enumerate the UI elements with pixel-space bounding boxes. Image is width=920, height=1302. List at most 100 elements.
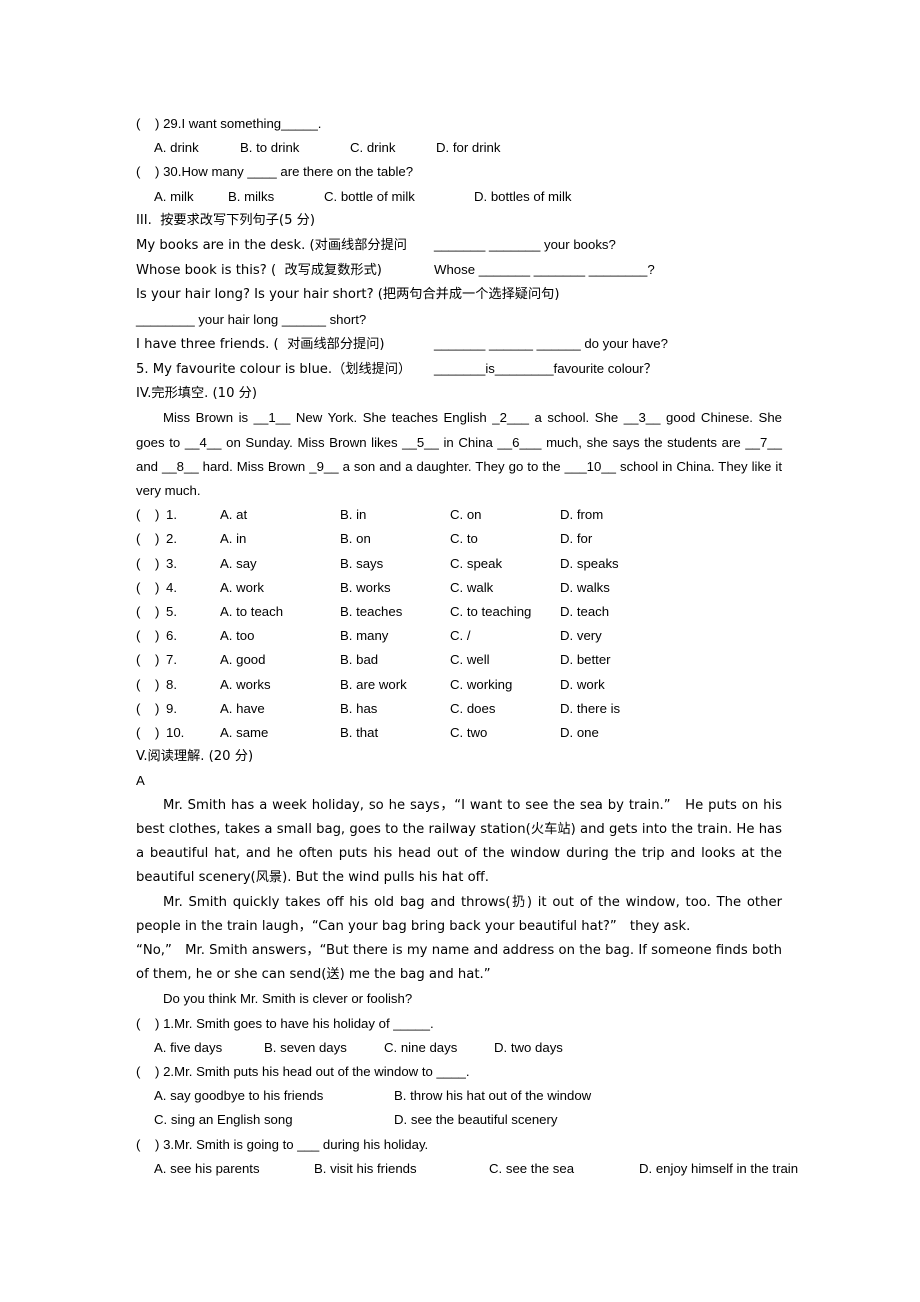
option-d[interactable]: D. work bbox=[560, 673, 690, 697]
option-b[interactable]: B. bad bbox=[340, 648, 450, 672]
answer-bracket[interactable]: ( ) 2. bbox=[136, 1060, 174, 1084]
option-a[interactable]: A. in bbox=[220, 527, 340, 551]
rewrite-item-4: I have three friends. ( 对画线部分提问) _______ … bbox=[136, 332, 782, 357]
option-c[interactable]: C. speak bbox=[450, 552, 560, 576]
option-d[interactable]: D. see the beautiful scenery bbox=[394, 1108, 557, 1132]
answer-bracket[interactable]: ( ) bbox=[136, 721, 166, 745]
question-number: 1. bbox=[166, 507, 177, 523]
option-a[interactable]: A. same bbox=[220, 721, 340, 745]
rewrite-answer[interactable]: Whose _______ _______ ________? bbox=[434, 258, 655, 282]
option-c[interactable]: C. / bbox=[450, 624, 560, 648]
answer-bracket[interactable]: ( ) bbox=[136, 552, 166, 576]
answer-bracket[interactable]: ( ) bbox=[136, 624, 166, 648]
option-a[interactable]: A. to teach bbox=[220, 600, 340, 624]
option-d[interactable]: D. from bbox=[560, 503, 690, 527]
option-d[interactable]: D. two days bbox=[494, 1036, 563, 1060]
option-a[interactable]: A. drink bbox=[154, 136, 240, 160]
option-c[interactable]: C. on bbox=[450, 503, 560, 527]
rewrite-item-5: 5. My favourite colour is blue.（划线提问） ___… bbox=[136, 357, 782, 382]
question-30-stem: How many ____ are there on the table? bbox=[181, 164, 414, 180]
option-c[interactable]: C. working bbox=[450, 673, 560, 697]
option-d[interactable]: D. very bbox=[560, 624, 690, 648]
answer-bracket[interactable]: ( ) bbox=[136, 600, 166, 624]
cloze-passage: Miss Brown is __1__ New York. She teache… bbox=[136, 410, 782, 499]
answer-bracket[interactable]: ( ) bbox=[136, 527, 166, 551]
answer-bracket[interactable]: ( ) bbox=[136, 576, 166, 600]
rewrite-answer[interactable]: _______ ______ ______ do your have? bbox=[434, 332, 668, 356]
option-c[interactable]: C. sing an English song bbox=[154, 1108, 394, 1132]
answer-bracket[interactable]: ( ) 3. bbox=[136, 1133, 174, 1157]
option-c[interactable]: C. two bbox=[450, 721, 560, 745]
option-a[interactable]: A. say goodbye to his friends bbox=[154, 1084, 394, 1108]
option-a[interactable]: A. say bbox=[220, 552, 340, 576]
option-a[interactable]: A. works bbox=[220, 673, 340, 697]
cloze-option-row: ( ) 8. A. works B. are work C. working D. wor… bbox=[136, 673, 782, 697]
cloze-option-row: ( ) 3. A. say B. says C. speak D. speaks bbox=[136, 552, 782, 576]
option-b[interactable]: B. milks bbox=[228, 185, 324, 209]
option-d[interactable]: D. bottles of milk bbox=[474, 185, 571, 209]
option-a[interactable]: A. have bbox=[220, 697, 340, 721]
cloze-option-row: ( ) 9. A. have B. has C. does D. there is bbox=[136, 697, 782, 721]
reading-question-2-options-row2: C. sing an English song D. see the beauti… bbox=[136, 1108, 782, 1132]
question-stem: Mr. Smith puts his head out of the windo… bbox=[174, 1063, 470, 1079]
reading-question-3-options: A. see his parents B. visit his friends C.… bbox=[136, 1157, 798, 1181]
option-b[interactable]: B. works bbox=[340, 576, 450, 600]
option-c[interactable]: C. does bbox=[450, 697, 560, 721]
option-d[interactable]: D. one bbox=[560, 721, 690, 745]
cloze-option-row: ( ) 2. A. in B. on C. to D. for bbox=[136, 527, 782, 551]
option-d[interactable]: D. for bbox=[560, 527, 690, 551]
option-c[interactable]: C. drink bbox=[350, 136, 436, 160]
question-29-line: ( ) 29.I want something_____. bbox=[136, 112, 782, 136]
option-b[interactable]: B. on bbox=[340, 527, 450, 551]
answer-bracket[interactable]: ( ) bbox=[136, 648, 166, 672]
option-a[interactable]: A. see his parents bbox=[154, 1157, 314, 1181]
option-c[interactable]: C. see the sea bbox=[489, 1157, 639, 1181]
option-d[interactable]: D. there is bbox=[560, 697, 690, 721]
option-b[interactable]: B. many bbox=[340, 624, 450, 648]
option-c[interactable]: C. well bbox=[450, 648, 560, 672]
option-d[interactable]: D. enjoy himself in the train bbox=[639, 1157, 798, 1181]
answer-bracket[interactable]: ( ) bbox=[136, 503, 166, 527]
option-a[interactable]: A. work bbox=[220, 576, 340, 600]
question-stem: Mr. Smith is going to ___ during his hol… bbox=[174, 1136, 429, 1152]
option-b[interactable]: B. teaches bbox=[340, 600, 450, 624]
option-a[interactable]: A. at bbox=[220, 503, 340, 527]
section-v-heading: V.阅读理解. (20 分) bbox=[136, 749, 254, 765]
question-number: 4. bbox=[166, 579, 177, 595]
option-b[interactable]: B. to drink bbox=[240, 136, 350, 160]
option-c[interactable]: C. walk bbox=[450, 576, 560, 600]
option-d[interactable]: D. walks bbox=[560, 576, 690, 600]
option-c[interactable]: C. to teaching bbox=[450, 600, 560, 624]
cloze-option-row: ( ) 6. A. too B. many C. / D. very bbox=[136, 624, 782, 648]
option-b[interactable]: B. throw his hat out of the window bbox=[394, 1084, 591, 1108]
option-b[interactable]: B. has bbox=[340, 697, 450, 721]
option-b[interactable]: B. seven days bbox=[264, 1036, 384, 1060]
option-c[interactable]: C. to bbox=[450, 527, 560, 551]
option-a[interactable]: A. good bbox=[220, 648, 340, 672]
option-c[interactable]: C. nine days bbox=[384, 1036, 494, 1060]
option-a[interactable]: A. five days bbox=[154, 1036, 264, 1060]
rewrite-item-3-answer[interactable]: ________ your hair long ______ short? bbox=[136, 308, 782, 332]
option-b[interactable]: B. are work bbox=[340, 673, 450, 697]
option-a[interactable]: A. too bbox=[220, 624, 340, 648]
option-d[interactable]: D. teach bbox=[560, 600, 690, 624]
option-c[interactable]: C. bottle of milk bbox=[324, 185, 474, 209]
answer-bracket[interactable]: ( ) bbox=[136, 673, 166, 697]
option-d[interactable]: D. better bbox=[560, 648, 690, 672]
option-b[interactable]: B. visit his friends bbox=[314, 1157, 489, 1181]
question-number: 10. bbox=[166, 725, 185, 741]
option-d[interactable]: D. for drink bbox=[436, 136, 501, 160]
rewrite-answer[interactable]: _______ _______ your books? bbox=[434, 233, 616, 257]
rewrite-answer[interactable]: _______is________favourite colour？ bbox=[434, 357, 657, 381]
question-29-stem: I want something_____. bbox=[181, 116, 322, 131]
option-d[interactable]: D. speaks bbox=[560, 552, 690, 576]
option-a[interactable]: A. milk bbox=[154, 185, 228, 209]
answer-bracket[interactable]: ( ) 1. bbox=[136, 1012, 174, 1036]
answer-bracket[interactable]: ( ) bbox=[136, 697, 166, 721]
rewrite-prompt: My books are in the desk. (对画线部分提问 bbox=[136, 238, 407, 254]
option-b[interactable]: B. in bbox=[340, 503, 450, 527]
section-iii-heading: III. 按要求改写下列句子(5 分) bbox=[136, 212, 315, 228]
option-b[interactable]: B. says bbox=[340, 552, 450, 576]
option-b[interactable]: B. that bbox=[340, 721, 450, 745]
reading-question-1-options: A. five days B. seven days C. nine days D. … bbox=[136, 1036, 782, 1060]
